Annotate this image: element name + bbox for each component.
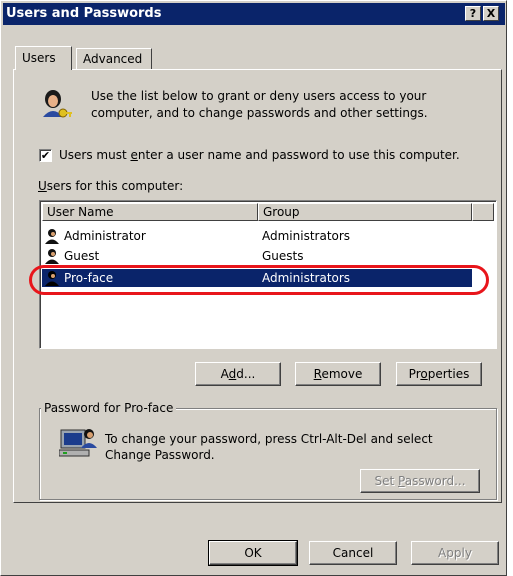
user-name-cell: Guest	[64, 249, 100, 263]
window-title: Users and Passwords	[6, 6, 162, 21]
user-icon	[45, 229, 59, 244]
tab-users[interactable]: Users	[15, 46, 72, 70]
set-password-button[interactable]: Set Password...	[360, 469, 480, 493]
ok-button[interactable]: OK	[208, 540, 298, 566]
close-button[interactable]: X	[483, 6, 499, 21]
add-button[interactable]: Add...	[195, 362, 281, 386]
dialog-window: Users and Passwords ? X Users Advanced U…	[0, 0, 507, 576]
tab-advanced[interactable]: Advanced	[76, 48, 152, 70]
group-cell: Administrators	[262, 229, 351, 243]
group-cell: Guests	[262, 249, 304, 263]
column-header-user-name[interactable]: User Name	[42, 203, 258, 221]
group-cell: Administrators	[262, 271, 351, 285]
user-name-cell: Pro-face	[64, 271, 114, 285]
computer-user-icon	[59, 429, 97, 457]
users-key-icon	[43, 90, 72, 118]
remove-button[interactable]: Remove	[295, 362, 381, 386]
password-group-legend: Password for Pro-face	[41, 401, 177, 415]
intro-line-2: computer, and to change passwords and ot…	[91, 106, 428, 120]
user-icon	[45, 249, 59, 264]
require-login-checkbox[interactable]: ✔	[39, 149, 52, 162]
properties-button[interactable]: Properties	[396, 362, 482, 386]
column-header-filler	[472, 203, 494, 221]
users-list[interactable]: User Name Group Administrator Administra…	[39, 200, 497, 349]
table-row-selected[interactable]: Pro-face Administrators	[42, 269, 472, 287]
users-list-label: Users for this computer:	[38, 179, 184, 193]
apply-button[interactable]: Apply	[411, 541, 499, 565]
user-icon	[45, 271, 59, 286]
table-row[interactable]: Guest Guests	[42, 247, 472, 265]
column-header-group[interactable]: Group	[258, 203, 472, 221]
intro-line-1: Use the list below to grant or deny user…	[91, 89, 427, 103]
password-info-line-1: To change your password, press Ctrl-Alt-…	[105, 432, 433, 446]
help-button[interactable]: ?	[465, 6, 481, 21]
table-row[interactable]: Administrator Administrators	[42, 227, 472, 245]
title-bar: Users and Passwords ? X	[3, 3, 505, 25]
user-name-cell: Administrator	[64, 229, 146, 243]
require-login-label[interactable]: Users must enter a user name and passwor…	[59, 148, 460, 162]
password-info-line-2: Change Password.	[105, 448, 215, 462]
cancel-button[interactable]: Cancel	[309, 541, 397, 565]
